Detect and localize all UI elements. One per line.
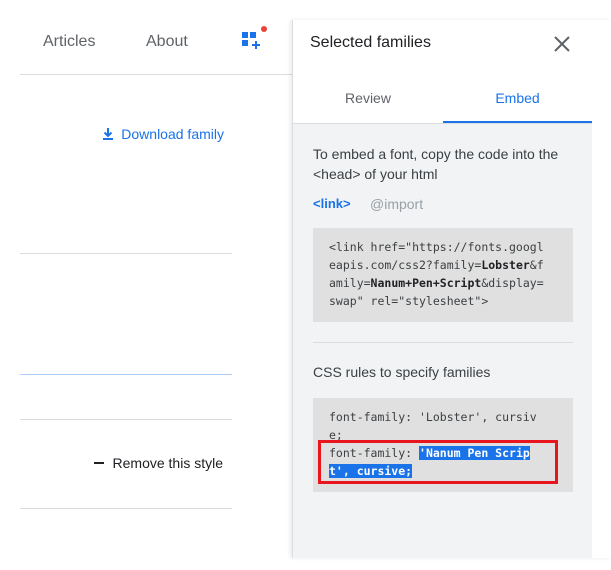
css-code-block[interactable]: font-family: 'Lobster', cursiv e; font-f… [313,398,573,492]
section-divider [20,253,232,254]
focus-divider [20,374,232,375]
section-divider [20,508,232,509]
panel-scroll-gutter [592,75,611,558]
code-family-nanum: Nanum+Pen+Script [370,276,482,290]
section-divider [20,419,232,420]
code-family-lobster: Lobster [481,258,530,272]
embed-option-link[interactable]: <link> [313,196,351,211]
top-navigation: Articles About [0,0,292,74]
embed-instructions: To embed a font, copy the code into the … [313,146,559,182]
code-line: font-family: [329,446,420,460]
remove-style-label: Remove this style [112,455,223,471]
selected-text: 'Nanum Pen Scrip [419,446,530,460]
close-panel-button[interactable] [550,32,574,56]
close-icon [554,36,570,52]
panel-tabs: Review Embed [293,75,592,124]
nav-articles-link[interactable]: Articles [43,33,95,51]
code-line: eapis.com/css2?family= [329,258,482,272]
panel-title: Selected families [310,34,431,51]
code-line: amily= [329,276,371,290]
selected-text: t', cursive; [329,464,413,478]
section-divider [313,342,573,343]
page-background: Articles About Download family Remove th… [0,0,292,570]
selected-families-panel: Selected families Review Embed To embed … [292,20,611,558]
tab-review[interactable]: Review [293,75,443,121]
header-divider [20,74,292,75]
download-icon [103,128,114,140]
code-line: &f [529,258,544,272]
css-rules-label: CSS rules to specify families [313,364,491,380]
tab-embed[interactable]: Embed [443,75,592,123]
code-line: font-family: 'Lobster', cursiv [329,410,537,424]
panel-header: Selected families [293,20,611,75]
download-family-link[interactable]: Download family [101,126,224,142]
embed-content: To embed a font, copy the code into the … [293,124,592,558]
download-family-label: Download family [121,126,224,142]
notification-dot [261,26,267,32]
code-line: e; [329,428,343,442]
embed-option-import[interactable]: @import [370,196,423,212]
font-families-icon [242,32,260,49]
embed-code-block[interactable]: <link href="https://fonts.googl eapis.co… [313,228,573,322]
selected-families-button[interactable] [240,29,264,53]
minus-icon [93,462,104,464]
nav-about-link[interactable]: About [146,33,188,51]
remove-style-button[interactable]: Remove this style [93,455,223,471]
code-line: <link href="https://fonts.googl [329,240,544,254]
code-line: &display= [481,276,544,290]
code-line: swap" rel="stylesheet"> [329,294,489,308]
